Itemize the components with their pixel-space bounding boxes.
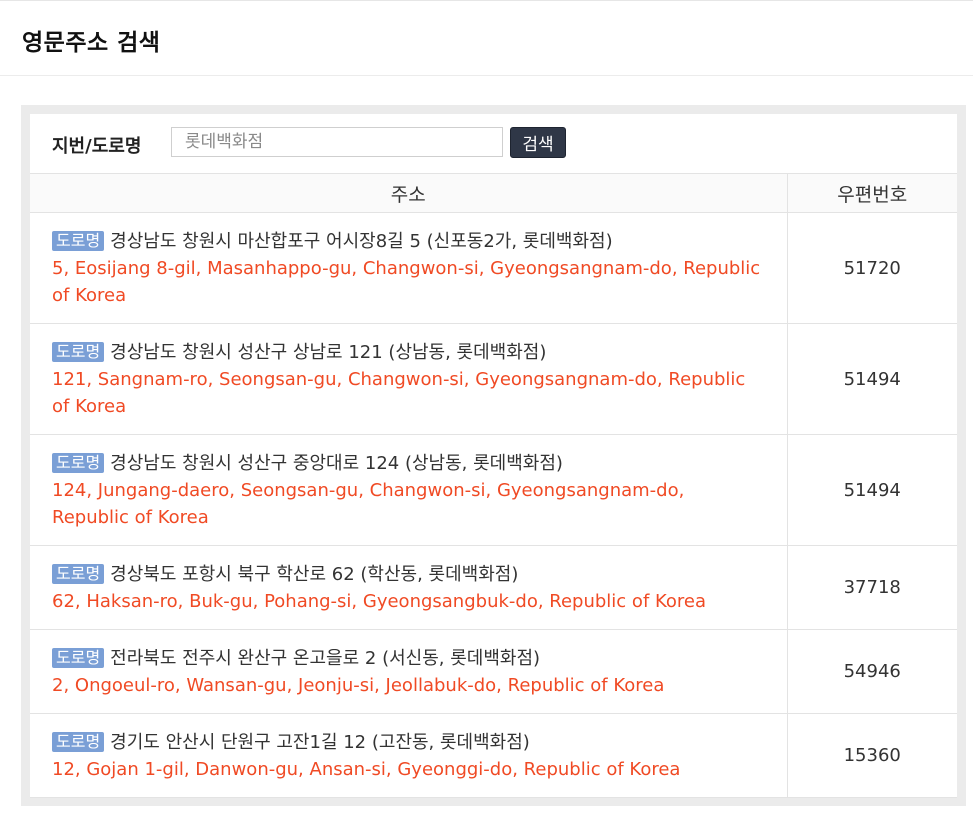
korean-address[interactable]: 경상남도 창원시 성산구 상남로 121 (상남동, 롯데백화점)	[110, 342, 546, 363]
search-bar: 지번/도로명 검색	[30, 114, 957, 174]
zipcode-cell[interactable]: 51494	[786, 323, 957, 435]
zipcode-cell[interactable]: 54946	[786, 629, 957, 714]
road-name-badge: 도로명	[52, 731, 105, 752]
search-label: 지번/도로명	[52, 136, 142, 157]
table-row[interactable]: 도로명 경기도 안산시 단원구 고잔1길 12 (고잔동, 롯데백화점) 12, …	[30, 713, 957, 798]
address-cell[interactable]: 도로명 경상남도 창원시 마산합포구 어시장8길 5 (신포동2가, 롯데백화점)…	[30, 212, 787, 324]
road-name-badge: 도로명	[52, 647, 105, 668]
table-header-row: 주소 우편번호	[30, 173, 957, 213]
table-row[interactable]: 도로명 경상남도 창원시 성산구 중앙대로 124 (상남동, 롯데백화점) 12…	[30, 434, 957, 546]
search-panel: 지번/도로명 검색 주소 우편번호 도로명경상남도 창원시 마산합포구 어시장8…	[21, 105, 966, 806]
road-name-badge: 도로명	[52, 230, 105, 251]
english-address[interactable]: 124, Jungang-daero, Seongsan-gu, Changwo…	[52, 480, 684, 528]
search-panel-inner: 지번/도로명 검색 주소 우편번호 도로명경상남도 창원시 마산합포구 어시장8…	[30, 114, 957, 798]
road-name-badge: 도로명	[52, 563, 105, 584]
search-input[interactable]	[171, 127, 503, 157]
zipcode-cell[interactable]: 37718	[786, 545, 957, 630]
page-title: 영문주소 검색	[22, 30, 161, 56]
zipcode-cell[interactable]: 51720	[786, 212, 957, 324]
address-cell[interactable]: 도로명 경상북도 포항시 북구 학산로 62 (학산동, 롯데백화점) 62, H…	[30, 545, 787, 630]
table-row[interactable]: 도로명 경상남도 창원시 성산구 상남로 121 (상남동, 롯데백화점) 121…	[30, 323, 957, 435]
search-button[interactable]: 검색	[510, 127, 566, 158]
zipcode-cell[interactable]: 15360	[786, 713, 957, 798]
address-cell[interactable]: 도로명 경상남도 창원시 성산구 상남로 121 (상남동, 롯데백화점) 121…	[30, 323, 787, 435]
road-name-badge: 도로명	[52, 341, 105, 362]
column-header-address: 주소	[30, 173, 787, 213]
english-address[interactable]: 12, Gojan 1-gil, Danwon-gu, Ansan-si, Gy…	[52, 759, 680, 780]
address-cell[interactable]: 도로명 전라북도 전주시 완산구 온고을로 2 (서신동, 롯데백화점) 2, O…	[30, 629, 787, 714]
korean-address[interactable]: 경상남도 창원시 성산구 중앙대로 124 (상남동, 롯데백화점)	[110, 453, 563, 474]
address-cell[interactable]: 도로명 경기도 안산시 단원구 고잔1길 12 (고잔동, 롯데백화점) 12, …	[30, 713, 787, 798]
korean-address[interactable]: 경기도 안산시 단원구 고잔1길 12 (고잔동, 롯데백화점)	[110, 732, 530, 753]
road-name-badge: 도로명	[52, 452, 105, 473]
korean-address[interactable]: 경상남도 창원시 마산합포구 어시장8길 5 (신포동2가, 롯데백화점)	[110, 231, 612, 252]
table-row[interactable]: 도로명 경상남도 창원시 마산합포구 어시장8길 5 (신포동2가, 롯데백화점)…	[30, 212, 957, 324]
english-address[interactable]: 62, Haksan-ro, Buk-gu, Pohang-si, Gyeong…	[52, 591, 706, 612]
address-cell[interactable]: 도로명 경상남도 창원시 성산구 중앙대로 124 (상남동, 롯데백화점) 12…	[30, 434, 787, 546]
english-address[interactable]: 5, Eosijang 8-gil, Masanhappo-gu, Changw…	[52, 258, 760, 306]
zipcode-cell[interactable]: 51494	[786, 434, 957, 546]
results-table: 주소 우편번호 도로명 경상남도 창원시 마산합포구 어시장8길 5 (신포동2가…	[30, 173, 957, 798]
english-address[interactable]: 121, Sangnam-ro, Seongsan-gu, Changwon-s…	[52, 369, 745, 417]
page-header: 영문주소 검색	[0, 0, 973, 76]
korean-address[interactable]: 전라북도 전주시 완산구 온고을로 2 (서신동, 롯데백화점)	[110, 648, 540, 669]
column-header-zipcode: 우편번호	[786, 173, 957, 213]
korean-address[interactable]: 경상북도 포항시 북구 학산로 62 (학산동, 롯데백화점)	[110, 564, 518, 585]
table-row[interactable]: 도로명 경상북도 포항시 북구 학산로 62 (학산동, 롯데백화점) 62, H…	[30, 545, 957, 630]
english-address[interactable]: 2, Ongoeul-ro, Wansan-gu, Jeonju-si, Jeo…	[52, 675, 664, 696]
table-row[interactable]: 도로명 전라북도 전주시 완산구 온고을로 2 (서신동, 롯데백화점) 2, O…	[30, 629, 957, 714]
